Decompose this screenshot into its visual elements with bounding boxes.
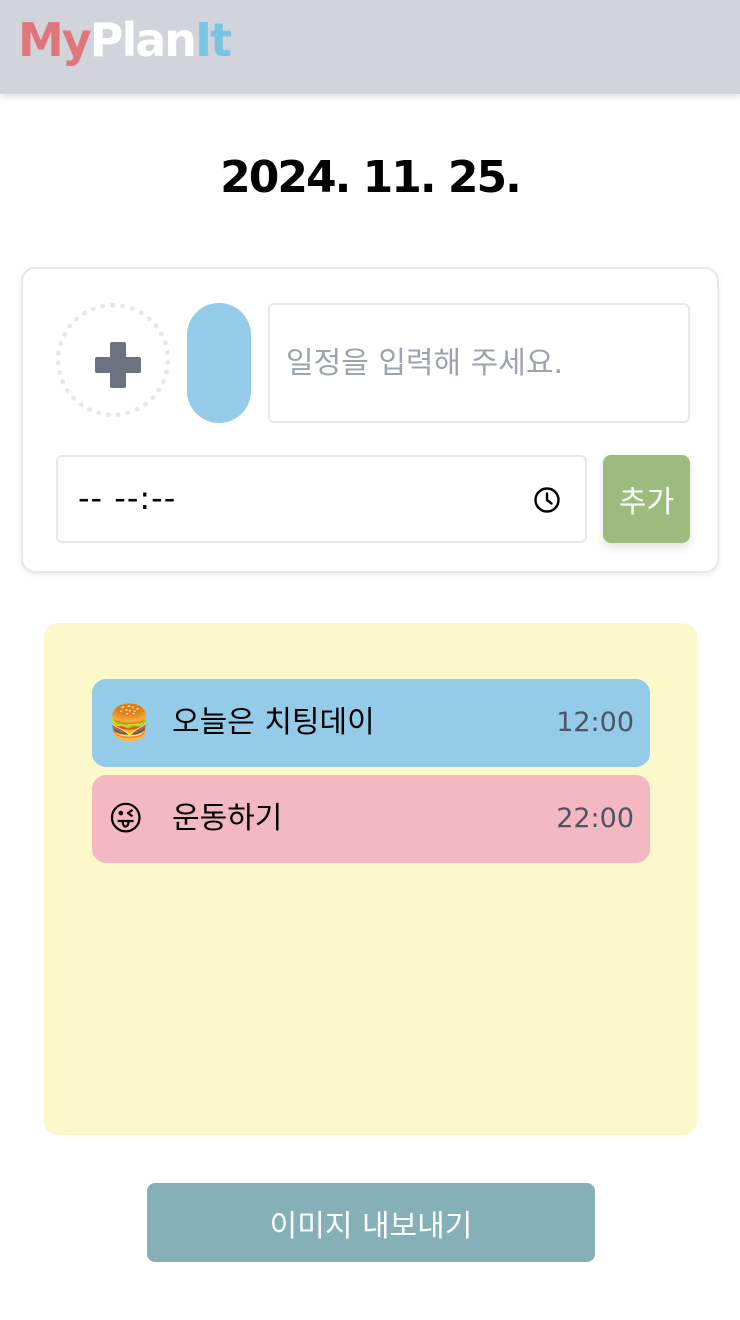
schedule-item[interactable]: 😜 운동하기 22:00 <box>92 775 650 863</box>
burger-emoji-icon: 🍔 <box>108 703 151 743</box>
plus-icon <box>95 342 141 388</box>
time-input-value: -- --:-- <box>78 479 177 517</box>
logo-part-plan: Plan <box>89 13 197 67</box>
color-picker-button[interactable] <box>187 303 251 423</box>
add-button[interactable]: 추가 <box>603 455 690 543</box>
schedule-text-input[interactable] <box>268 303 690 423</box>
schedule-item[interactable]: 🍔 오늘은 치팅데이 12:00 <box>92 679 650 767</box>
emoji-picker-button[interactable] <box>56 303 170 417</box>
logo-part-my: My <box>18 13 92 67</box>
logo-part-it: It <box>195 13 232 67</box>
clock-icon[interactable] <box>533 486 561 514</box>
schedule-item-time: 22:00 <box>556 803 634 834</box>
schedule-board: 🍔 오늘은 치팅데이 12:00 😜 운동하기 22:00 <box>44 623 697 1135</box>
schedule-input-card: -- --:-- 추가 <box>21 267 719 573</box>
winking-tongue-emoji-icon: 😜 <box>108 799 144 839</box>
schedule-item-title: 오늘은 치팅데이 <box>172 705 375 740</box>
schedule-item-title: 운동하기 <box>172 801 283 836</box>
app-header: MyPlanIt <box>0 0 740 94</box>
time-input[interactable]: -- --:-- <box>56 455 587 543</box>
schedule-item-time: 12:00 <box>556 707 634 738</box>
app-logo[interactable]: MyPlanIt <box>18 10 232 70</box>
page-date-title: 2024. 11. 25. <box>220 152 522 203</box>
export-image-button[interactable]: 이미지 내보내기 <box>147 1183 595 1262</box>
